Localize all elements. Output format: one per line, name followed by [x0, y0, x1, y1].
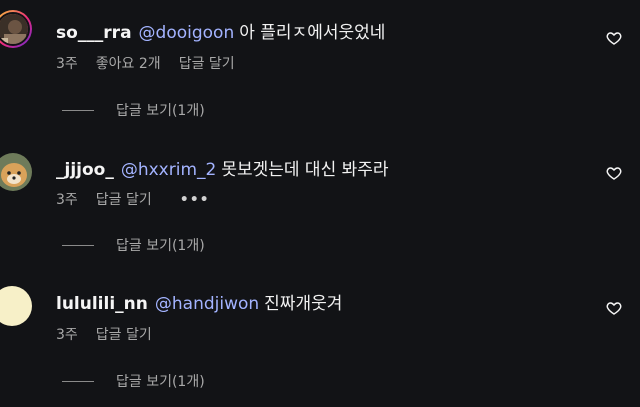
more-options-icon[interactable]: •••	[180, 192, 210, 208]
timestamp: 3주	[56, 192, 78, 208]
divider-dash	[62, 244, 94, 246]
heart-icon[interactable]	[606, 165, 622, 181]
comment-text: 진짜개웃겨	[264, 294, 343, 314]
likes-count[interactable]: 좋아요 2개	[96, 56, 161, 72]
comment-3: lululili_nn @handjiwon 진짜개웃겨 3주 답글 달기 답글 보기…	[0, 270, 640, 400]
timestamp: 3주	[56, 327, 78, 343]
view-replies-label: 답글 보기(1개)	[116, 374, 205, 390]
avatar[interactable]	[0, 10, 32, 48]
view-replies-label: 답글 보기(1개)	[116, 238, 205, 254]
mention-link[interactable]: @hxxrim_2	[121, 160, 216, 180]
divider-dash	[62, 380, 94, 382]
comment-1: so___rra @dooigoon 아 플리ㅈ에서웃었네 3주 좋아요 2개 답글 달…	[0, 0, 640, 130]
comment-text: 못보겟는데 대신 봐주라	[221, 160, 389, 180]
heart-icon[interactable]	[606, 300, 622, 316]
view-replies-button[interactable]: 답글 보기(1개)	[62, 235, 205, 255]
avatar[interactable]	[0, 153, 32, 191]
comment-2: _jjjoo_ @hxxrim_2 못보겟는데 대신 봐주라 3주 답글 달기 ••• …	[0, 135, 640, 265]
username[interactable]: so___rra	[56, 23, 132, 43]
reply-button[interactable]: 답글 달기	[96, 192, 152, 208]
reply-button[interactable]: 답글 달기	[179, 56, 235, 72]
mention-link[interactable]: @dooigoon	[139, 23, 235, 43]
mention-link[interactable]: @handjiwon	[155, 294, 259, 314]
view-replies-button[interactable]: 답글 보기(1개)	[62, 371, 205, 391]
username[interactable]: _jjjoo_	[56, 160, 114, 180]
comment-text: 아 플리ㅈ에서웃었네	[239, 23, 386, 43]
avatar[interactable]	[0, 286, 32, 326]
heart-icon[interactable]	[606, 30, 622, 46]
divider-dash	[62, 109, 94, 111]
username[interactable]: lululili_nn	[56, 294, 148, 314]
view-replies-label: 답글 보기(1개)	[116, 103, 205, 119]
timestamp: 3주	[56, 56, 78, 72]
reply-button[interactable]: 답글 달기	[96, 327, 152, 343]
view-replies-button[interactable]: 답글 보기(1개)	[62, 100, 205, 120]
